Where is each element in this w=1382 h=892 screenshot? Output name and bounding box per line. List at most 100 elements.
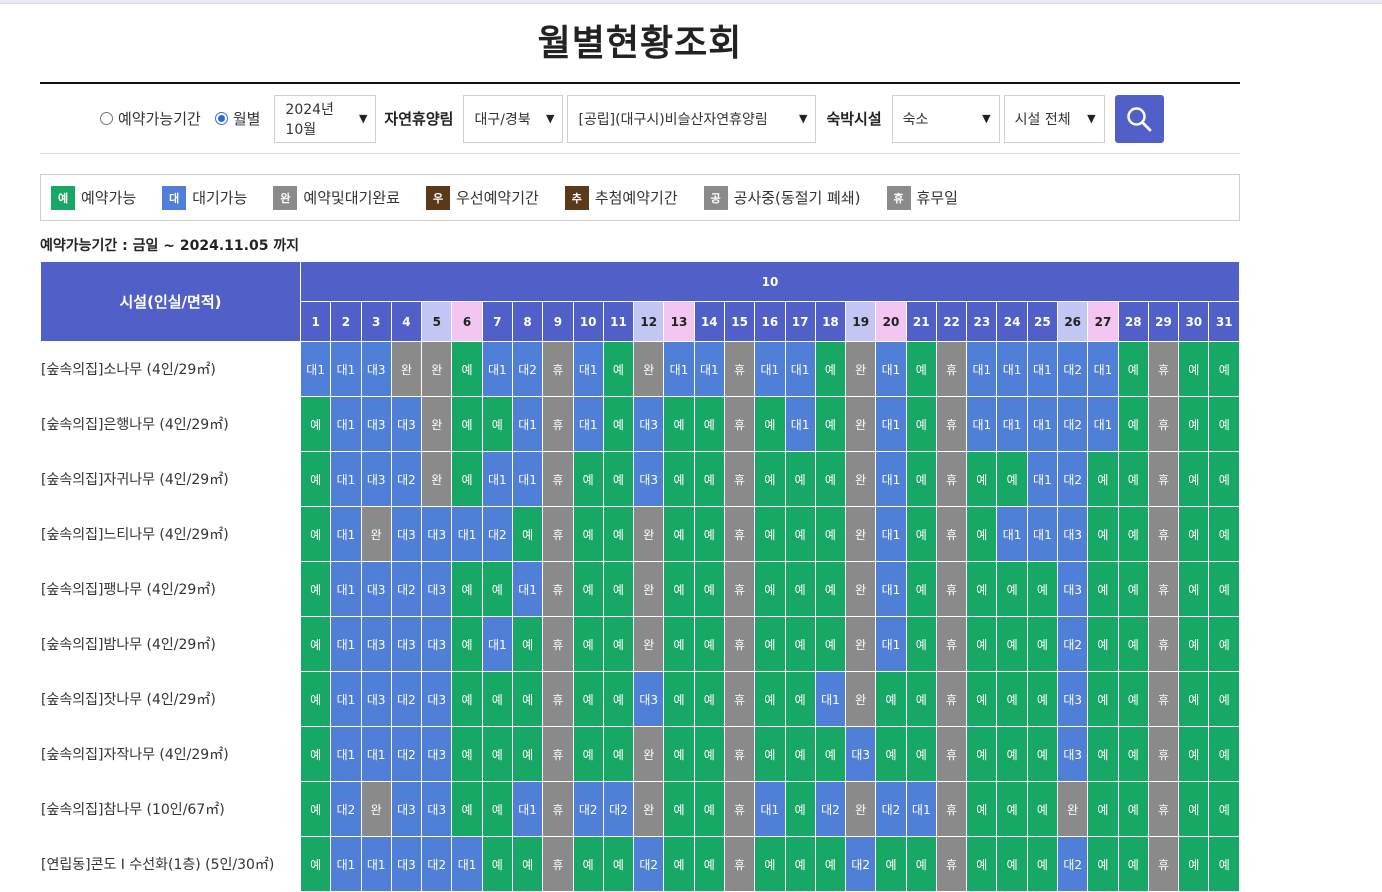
status-cell[interactable]: 대1 bbox=[330, 341, 362, 397]
status-cell[interactable]: 예 bbox=[966, 781, 998, 837]
status-cell[interactable]: 대1 bbox=[330, 836, 362, 892]
status-cell[interactable]: 대1 bbox=[875, 451, 907, 507]
status-cell[interactable]: 예 bbox=[1026, 726, 1059, 782]
status-cell[interactable]: 대1 bbox=[905, 781, 937, 837]
status-cell[interactable]: 예 bbox=[814, 396, 847, 452]
status-cell[interactable]: 예 bbox=[693, 506, 725, 562]
status-cell[interactable]: 예 bbox=[299, 671, 332, 727]
status-cell[interactable]: 예 bbox=[754, 396, 786, 452]
status-cell[interactable]: 예 bbox=[511, 616, 544, 672]
status-cell[interactable]: 예 bbox=[693, 396, 725, 452]
status-cell[interactable]: 예 bbox=[693, 726, 725, 782]
status-cell[interactable]: 예 bbox=[1117, 671, 1149, 727]
status-cell[interactable]: 대1 bbox=[754, 781, 786, 837]
status-cell[interactable]: 예 bbox=[1087, 506, 1119, 562]
status-cell[interactable]: 예 bbox=[1087, 726, 1119, 782]
status-cell[interactable]: 예 bbox=[905, 396, 937, 452]
status-cell[interactable]: 대1 bbox=[330, 451, 362, 507]
status-cell[interactable]: 예 bbox=[966, 726, 998, 782]
status-cell[interactable]: 예 bbox=[875, 671, 907, 727]
status-cell[interactable]: 예 bbox=[784, 836, 816, 892]
status-cell[interactable]: 대1 bbox=[511, 561, 544, 617]
status-cell[interactable]: 예 bbox=[1178, 506, 1210, 562]
status-cell[interactable]: 대1 bbox=[511, 781, 544, 837]
status-cell[interactable]: 예 bbox=[299, 726, 332, 782]
status-cell[interactable]: 예 bbox=[511, 506, 544, 562]
status-cell[interactable]: 예 bbox=[1026, 781, 1059, 837]
status-cell[interactable]: 대1 bbox=[1026, 451, 1059, 507]
status-cell[interactable]: 예 bbox=[814, 451, 847, 507]
status-cell[interactable]: 예 bbox=[1087, 451, 1119, 507]
status-cell[interactable]: 예 bbox=[663, 616, 695, 672]
status-cell[interactable]: 대3 bbox=[421, 616, 453, 672]
month-select[interactable]: 2024년 10월 ▼ bbox=[274, 94, 377, 143]
status-cell[interactable]: 예 bbox=[996, 616, 1028, 672]
status-cell[interactable]: 대1 bbox=[330, 671, 362, 727]
status-cell[interactable]: 예 bbox=[572, 836, 604, 892]
status-cell[interactable]: 예 bbox=[905, 671, 937, 727]
status-cell[interactable]: 대1 bbox=[1026, 506, 1059, 562]
status-cell[interactable]: 예 bbox=[663, 451, 695, 507]
status-cell[interactable]: 예 bbox=[481, 836, 513, 892]
status-cell[interactable]: 예 bbox=[784, 671, 816, 727]
status-cell[interactable]: 예 bbox=[1208, 671, 1240, 727]
status-cell[interactable]: 대1 bbox=[299, 341, 332, 397]
status-cell[interactable]: 예 bbox=[1117, 616, 1149, 672]
status-cell[interactable]: 예 bbox=[481, 726, 513, 782]
status-cell[interactable]: 대3 bbox=[633, 396, 665, 452]
status-cell[interactable]: 예 bbox=[1178, 561, 1210, 617]
status-cell[interactable]: 예 bbox=[966, 671, 998, 727]
status-cell[interactable]: 대3 bbox=[360, 341, 392, 397]
status-cell[interactable]: 예 bbox=[966, 451, 998, 507]
status-cell[interactable]: 대1 bbox=[784, 341, 816, 397]
region-select[interactable]: 대구/경북 ▼ bbox=[463, 94, 564, 143]
status-cell[interactable]: 예 bbox=[1026, 671, 1059, 727]
forest-select[interactable]: [공립](대구시)비슬산자연휴양림 ▼ bbox=[567, 94, 817, 143]
status-cell[interactable]: 예 bbox=[602, 616, 635, 672]
status-cell[interactable]: 예 bbox=[1178, 616, 1210, 672]
status-cell[interactable]: 대1 bbox=[1026, 341, 1059, 397]
status-cell[interactable]: 대3 bbox=[1057, 726, 1089, 782]
status-cell[interactable]: 대2 bbox=[481, 506, 513, 562]
radio-period[interactable]: 예약가능기간 bbox=[100, 108, 201, 129]
status-cell[interactable]: 대2 bbox=[845, 836, 877, 892]
status-cell[interactable]: 예 bbox=[754, 451, 786, 507]
status-cell[interactable]: 대2 bbox=[1057, 836, 1089, 892]
radio-period-dot[interactable] bbox=[100, 112, 113, 125]
status-cell[interactable]: 예 bbox=[451, 781, 483, 837]
status-cell[interactable]: 예 bbox=[1208, 341, 1240, 397]
status-cell[interactable]: 예 bbox=[814, 836, 847, 892]
status-cell[interactable]: 예 bbox=[663, 726, 695, 782]
status-cell[interactable]: 대3 bbox=[1057, 506, 1089, 562]
status-cell[interactable]: 예 bbox=[754, 616, 786, 672]
status-cell[interactable]: 예 bbox=[663, 561, 695, 617]
status-cell[interactable]: 예 bbox=[754, 836, 786, 892]
status-cell[interactable]: 대1 bbox=[572, 341, 604, 397]
status-cell[interactable]: 대1 bbox=[451, 836, 483, 892]
status-cell[interactable]: 예 bbox=[572, 561, 604, 617]
status-cell[interactable]: 예 bbox=[1117, 341, 1149, 397]
status-cell[interactable]: 대2 bbox=[572, 781, 604, 837]
status-cell[interactable]: 예 bbox=[1117, 506, 1149, 562]
status-cell[interactable]: 예 bbox=[299, 561, 332, 617]
status-cell[interactable]: 예 bbox=[784, 726, 816, 782]
status-cell[interactable]: 대1 bbox=[481, 451, 513, 507]
status-cell[interactable]: 예 bbox=[663, 836, 695, 892]
status-cell[interactable]: 예 bbox=[814, 341, 847, 397]
status-cell[interactable]: 대3 bbox=[421, 781, 453, 837]
status-cell[interactable]: 예 bbox=[996, 781, 1028, 837]
status-cell[interactable]: 예 bbox=[1117, 836, 1149, 892]
status-cell[interactable]: 대3 bbox=[360, 396, 392, 452]
status-cell[interactable]: 대3 bbox=[390, 396, 423, 452]
search-button[interactable] bbox=[1114, 94, 1164, 143]
lodging-type-select[interactable]: 숙소 ▼ bbox=[891, 94, 1000, 143]
status-cell[interactable]: 대1 bbox=[1026, 396, 1059, 452]
status-cell[interactable]: 대1 bbox=[754, 341, 786, 397]
status-cell[interactable]: 대1 bbox=[784, 396, 816, 452]
status-cell[interactable]: 대1 bbox=[481, 616, 513, 672]
status-cell[interactable]: 예 bbox=[996, 726, 1028, 782]
status-cell[interactable]: 예 bbox=[875, 836, 907, 892]
status-cell[interactable]: 대3 bbox=[845, 726, 877, 782]
status-cell[interactable]: 예 bbox=[511, 836, 544, 892]
status-cell[interactable]: 대2 bbox=[330, 781, 362, 837]
